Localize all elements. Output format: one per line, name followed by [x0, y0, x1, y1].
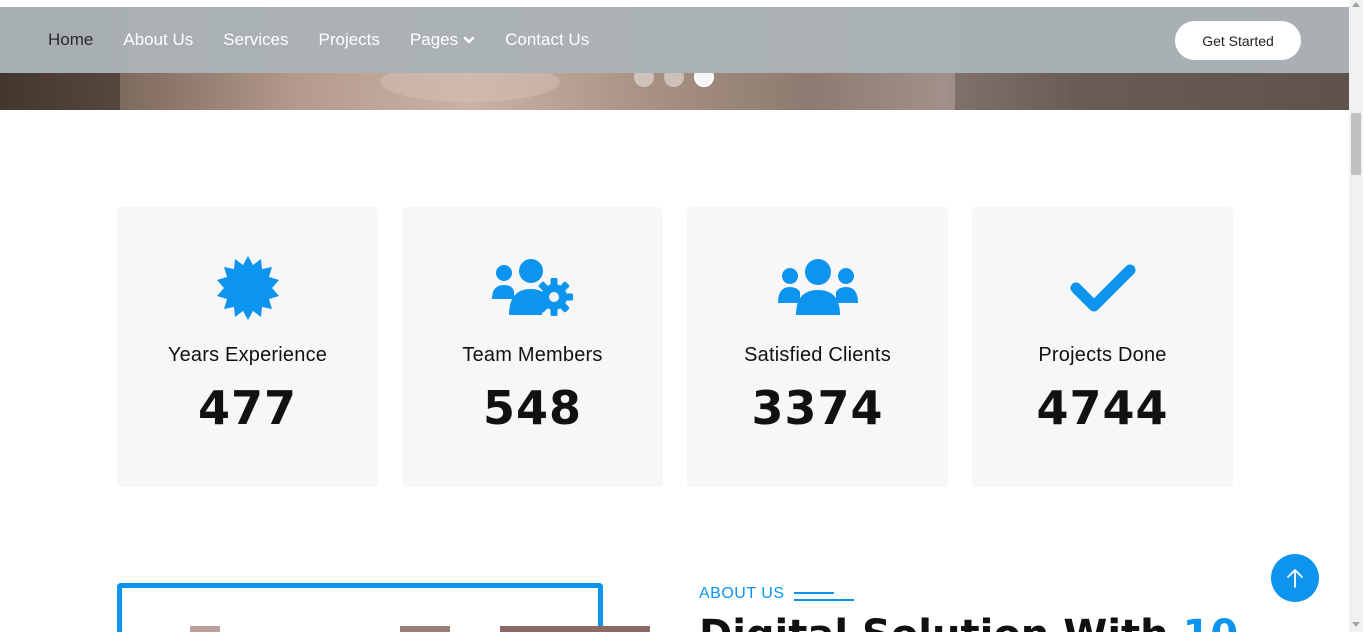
- users-gear-icon: [488, 253, 578, 323]
- check-icon: [1058, 253, 1148, 323]
- arrow-up-icon: [1287, 569, 1303, 588]
- stat-value: 4744: [1036, 381, 1169, 435]
- stat-label: Projects Done: [1038, 344, 1167, 366]
- about-heading: Digital Solution With 10: [699, 612, 1238, 632]
- about-image: [160, 626, 650, 632]
- nav-projects[interactable]: Projects: [318, 30, 379, 50]
- stat-label: Team Members: [462, 344, 603, 366]
- award-badge-icon: [203, 253, 293, 323]
- stat-value: 548: [482, 381, 583, 435]
- scroll-down-arrow-icon[interactable]: [1352, 622, 1360, 627]
- scrollbar-thumb[interactable]: [1351, 113, 1361, 175]
- users-group-icon: [773, 253, 863, 323]
- nav-contact-us[interactable]: Contact Us: [505, 30, 589, 50]
- about-tag-line: [794, 599, 854, 601]
- nav-services[interactable]: Services: [223, 30, 288, 50]
- stat-value: 477: [197, 381, 298, 435]
- stat-card-team-members: Team Members 548: [402, 207, 663, 487]
- about-section-tag: ABOUT US: [699, 585, 785, 602]
- page-scrollbar[interactable]: [1349, 0, 1363, 632]
- back-to-top-button[interactable]: [1271, 554, 1319, 602]
- main-navbar: Home About Us Services Projects Pages Co…: [0, 7, 1349, 73]
- nav-about-us[interactable]: About Us: [123, 30, 193, 50]
- stat-value: 3374: [751, 381, 884, 435]
- about-heading-main: Digital Solution With: [699, 612, 1169, 632]
- nav-home[interactable]: Home: [48, 30, 93, 50]
- about-tag-line: [794, 592, 834, 594]
- nav-pages-label: Pages: [409, 30, 459, 49]
- nav-pages-dropdown[interactable]: Pages: [410, 30, 475, 50]
- stat-card-years-experience: Years Experience 477: [117, 207, 378, 487]
- chevron-down-icon: [463, 36, 475, 44]
- stat-card-projects-done: Projects Done 4744: [972, 207, 1233, 487]
- stat-card-satisfied-clients: Satisfied Clients 3374: [687, 207, 948, 487]
- scroll-up-arrow-icon[interactable]: [1352, 2, 1360, 7]
- stat-label: Satisfied Clients: [744, 344, 891, 366]
- get-started-button[interactable]: Get Started: [1175, 21, 1301, 60]
- nav-links: Home About Us Services Projects Pages Co…: [48, 30, 619, 50]
- about-heading-accent: 10: [1183, 612, 1239, 632]
- stat-label: Years Experience: [167, 344, 328, 366]
- about-image-frame: [117, 583, 603, 632]
- top-strip: [0, 0, 1349, 7]
